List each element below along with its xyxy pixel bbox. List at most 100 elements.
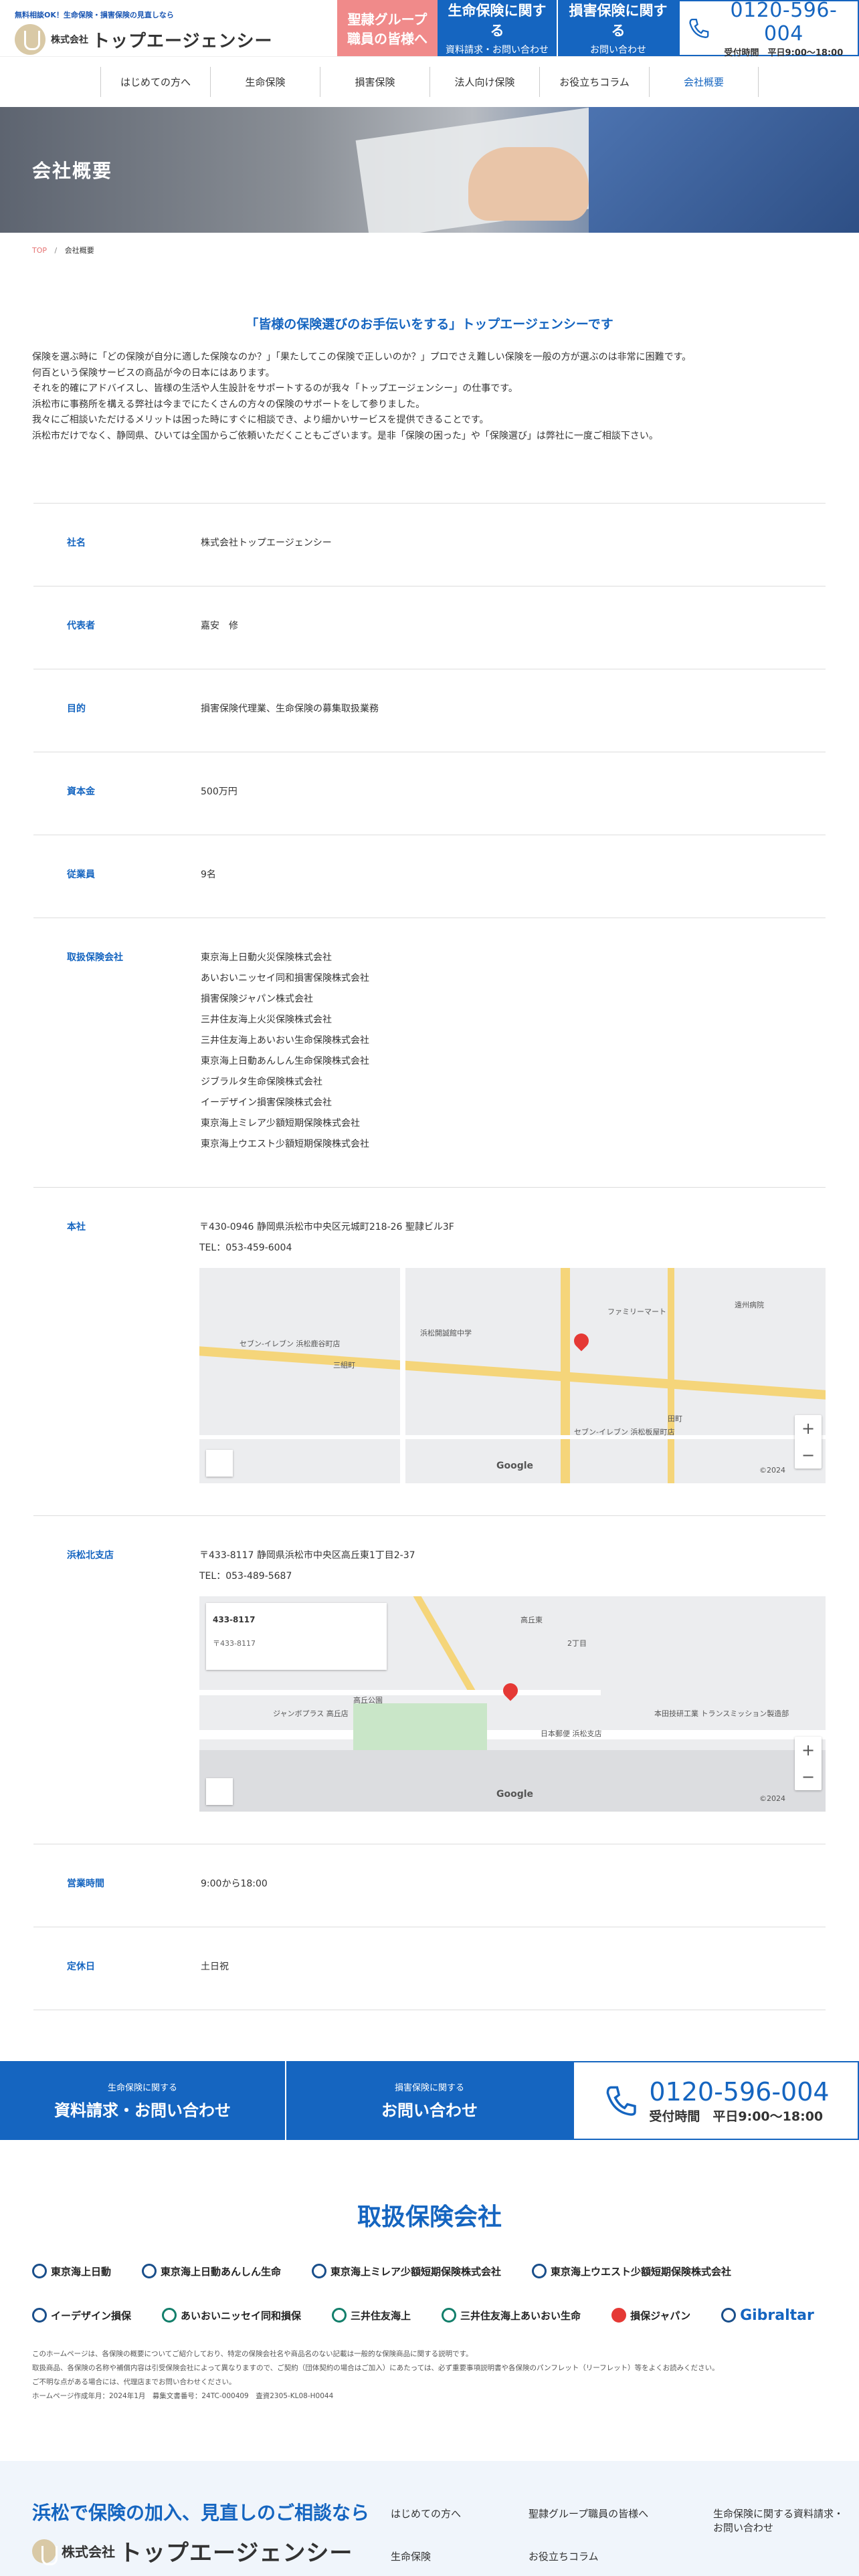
footer-link[interactable]: はじめての方へ bbox=[391, 2506, 529, 2535]
insurer-logo-name: 損保ジャパン bbox=[630, 2309, 691, 2322]
nav-item-nonlife[interactable]: 損害保険 bbox=[320, 67, 430, 97]
nav-item-company[interactable]: 会社概要 bbox=[649, 67, 759, 97]
map-pin-icon[interactable] bbox=[571, 1330, 592, 1352]
nonlife-btn-line1: 損害保険に関する bbox=[569, 3, 668, 39]
nav-item-corporate[interactable]: 法人向け保険 bbox=[430, 67, 539, 97]
table-row: 社名 株式会社トップエージェンシー bbox=[33, 504, 826, 586]
insurer-logo: イーデザイン損保 bbox=[32, 2302, 131, 2329]
cta-tel-hours: 受付時間 平日9:00～18:00 bbox=[649, 2109, 824, 2124]
map-zoom-control[interactable]: + − bbox=[795, 1737, 822, 1790]
intro-line: 我々にご相談いただけるメリットは困った時にすぐに相談でき、より細かいサービスを提… bbox=[32, 415, 489, 425]
tokio-marine-icon bbox=[32, 2264, 47, 2278]
header-tagline: 無料相談OK！生命保険・損害保険の見直しなら bbox=[15, 11, 174, 19]
list-item: 損害保険ジャパン株式会社 bbox=[201, 994, 313, 1004]
cta-bar: 生命保険に関する 資料請求・お問い合わせ 損害保険に関する お問い合わせ 012… bbox=[0, 2061, 859, 2140]
hq-address: 〒430-0946 静岡県浜松市中央区元城町218-26 聖隷ビル3F bbox=[199, 1222, 454, 1232]
row-value: 嘉安 修 bbox=[201, 621, 238, 631]
zoom-in-button[interactable]: + bbox=[801, 1418, 815, 1439]
disclaimer-line: このホームページは、各保険の概要についてご紹介しており、特定の保険会社名や商品名… bbox=[32, 2350, 473, 2358]
google-logo: Google bbox=[496, 1789, 534, 1800]
branch-address: 〒433-8117 静岡県浜松市中央区高丘東1丁目2-37 bbox=[199, 1550, 415, 1561]
row-label: 代表者 bbox=[67, 621, 95, 631]
map-pin-icon[interactable] bbox=[500, 1680, 521, 1701]
seirei-staff-button[interactable]: 聖隷グループ 職員の皆様へ bbox=[337, 0, 438, 56]
list-item: 東京海上日動火災保険株式会社 bbox=[201, 952, 332, 963]
footer-link[interactable]: 生命保険 bbox=[391, 2549, 529, 2563]
street-view-icon[interactable] bbox=[206, 1778, 233, 1805]
insurers-section-title: 取扱保険会社 bbox=[357, 2204, 502, 2231]
hero-banner: 会社概要 bbox=[0, 107, 859, 233]
table-row: 代表者 嘉安 修 bbox=[33, 586, 826, 669]
breadcrumb-top-link[interactable]: TOP bbox=[32, 246, 47, 255]
insurer-logo-name: あいおいニッセイ同和損保 bbox=[181, 2309, 302, 2322]
nav-item-beginners[interactable]: はじめての方へ bbox=[100, 67, 210, 97]
phone-icon bbox=[607, 2086, 637, 2116]
footer-logo-name: トップエージェンシー bbox=[119, 2540, 353, 2567]
header-buttons: 聖隷グループ 職員の皆様へ 生命保険に関する 資料請求・お問い合わせ 損害保険に… bbox=[337, 0, 859, 58]
street-view-icon[interactable] bbox=[206, 1450, 233, 1477]
list-item: 東京海上ウエスト少額短期保険株式会社 bbox=[201, 1139, 369, 1150]
global-nav: はじめての方へ 生命保険 損害保険 法人向け保険 お役立ちコラム 会社概要 bbox=[0, 56, 859, 107]
row-label: 浜松北支店 bbox=[67, 1550, 114, 1561]
hero-sleeve-image bbox=[589, 107, 859, 233]
row-value: 9名 bbox=[201, 869, 216, 880]
row-value: 土日祝 bbox=[201, 1961, 229, 1972]
footer-logo-kabu: 株式会社 bbox=[62, 2544, 115, 2560]
zoom-in-button[interactable]: + bbox=[801, 1740, 815, 1761]
footer-link[interactable]: 聖隷グループ職員の皆様へ bbox=[529, 2506, 713, 2535]
intro-line: 浜松市だけでなく、静岡県、ひいては全国からご依頼いただくこともございます。是非「… bbox=[32, 430, 658, 441]
cta-phone-link[interactable]: 0120-596-004 受付時間 平日9:00～18:00 bbox=[573, 2061, 859, 2140]
info-box-sub: 〒433-8117 bbox=[213, 1639, 256, 1648]
zoom-out-button[interactable]: − bbox=[801, 1767, 815, 1788]
map-label: 三組町 bbox=[333, 1361, 355, 1370]
map-label: 遠州病院 bbox=[735, 1301, 764, 1309]
insurer-logo-name: Gibraltar bbox=[740, 2306, 814, 2324]
insurer-logo-name: 三井住友海上あいおい生命 bbox=[460, 2309, 581, 2322]
page-title: 会社概要 bbox=[32, 160, 113, 182]
list-item: イーデザイン損害保険株式会社 bbox=[201, 1097, 332, 1108]
cta-nonlife-button[interactable]: 損害保険に関する お問い合わせ bbox=[286, 2061, 573, 2140]
insurer-logo-name: 三井住友海上 bbox=[351, 2309, 411, 2322]
site-footer: 浜松で保険の加入、見直しのご相談なら 株式会社 トップエージェンシー はじめての… bbox=[0, 2461, 859, 2576]
footer-lead: 浜松で保険の加入、見直しのご相談なら bbox=[32, 2502, 370, 2524]
nav-item-column[interactable]: お役立ちコラム bbox=[539, 67, 649, 97]
phone-icon bbox=[689, 18, 709, 38]
nonlife-insurance-contact-button[interactable]: 損害保険に関する お問い合わせ bbox=[558, 0, 678, 56]
zoom-out-button[interactable]: − bbox=[801, 1445, 815, 1466]
row-label: 定休日 bbox=[67, 1961, 95, 1972]
header-phone-link[interactable]: 0120-596-004 受付時間 平日9:00～18:00 bbox=[678, 0, 859, 58]
site-logo[interactable]: 株式会社 トップエージェンシー bbox=[15, 24, 282, 55]
row-value: 損害保険代理業、生命保険の募集取扱業務 bbox=[201, 704, 379, 714]
map-label: 本田技研工業 トランスミッション製造部 bbox=[654, 1709, 789, 1718]
tokio-marine-icon bbox=[532, 2264, 547, 2278]
disclaimer-line: 取扱商品、各保険の名称や補償内容は引受保険会社によって異なりますので、ご契約（団… bbox=[32, 2364, 719, 2372]
branch-tel: TEL：053-489-5687 bbox=[199, 1571, 292, 1582]
insurer-logo: Gibraltar bbox=[721, 2302, 814, 2329]
table-row: 浜松北支店 〒433-8117 静岡県浜松市中央区高丘東1丁目2-37 TEL：… bbox=[33, 1516, 826, 1844]
life-insurance-contact-button[interactable]: 生命保険に関する 資料請求・お問い合わせ bbox=[438, 0, 558, 56]
cta-life-button[interactable]: 生命保険に関する 資料請求・お問い合わせ bbox=[0, 2061, 286, 2140]
seirei-btn-line1: 聖隷グループ bbox=[347, 11, 427, 27]
list-item: ジブラルタ生命保険株式会社 bbox=[201, 1077, 322, 1087]
row-label: 資本金 bbox=[67, 786, 95, 797]
breadcrumb: TOP / 会社概要 bbox=[0, 233, 859, 267]
list-item: 東京海上ミレア少額短期保険株式会社 bbox=[201, 1118, 360, 1129]
map-zoom-control[interactable]: + − bbox=[795, 1415, 822, 1469]
map-info-box: 433-8117 〒433-8117 bbox=[206, 1603, 387, 1670]
hq-map[interactable]: セブン-イレブン 浜松鹿谷町店 浜松開誠館中学 三組町 ファミリーマート 遠州病… bbox=[199, 1268, 826, 1483]
tokio-marine-icon bbox=[142, 2264, 157, 2278]
google-logo: Google bbox=[496, 1461, 534, 1471]
insurer-logo-name: 東京海上日動 bbox=[51, 2265, 112, 2278]
footer-link[interactable]: お役立ちコラム bbox=[529, 2549, 713, 2563]
footer-link[interactable]: 生命保険に関する資料請求・お問い合わせ bbox=[713, 2506, 847, 2535]
logo-mark-icon bbox=[15, 24, 45, 55]
logo-area[interactable]: 無料相談OK！生命保険・損害保険の見直しなら 株式会社 トップエージェンシー bbox=[15, 9, 282, 55]
footer-links: はじめての方へ 聖隷グループ職員の皆様へ 生命保険に関する資料請求・お問い合わせ… bbox=[391, 2506, 847, 2563]
nav-item-life[interactable]: 生命保険 bbox=[210, 67, 320, 97]
branch-map[interactable]: 433-8117 〒433-8117 ジャンボプラス 高丘店 高丘公園 高丘東 … bbox=[199, 1596, 826, 1812]
e-design-icon bbox=[32, 2308, 47, 2323]
row-label: 目的 bbox=[67, 704, 86, 714]
row-label: 本社 bbox=[67, 1222, 86, 1232]
table-row: 本社 〒430-0946 静岡県浜松市中央区元城町218-26 聖隷ビル3F T… bbox=[33, 1188, 826, 1516]
insurer-logo: 東京海上ウエスト少額短期保険株式会社 bbox=[532, 2258, 731, 2284]
